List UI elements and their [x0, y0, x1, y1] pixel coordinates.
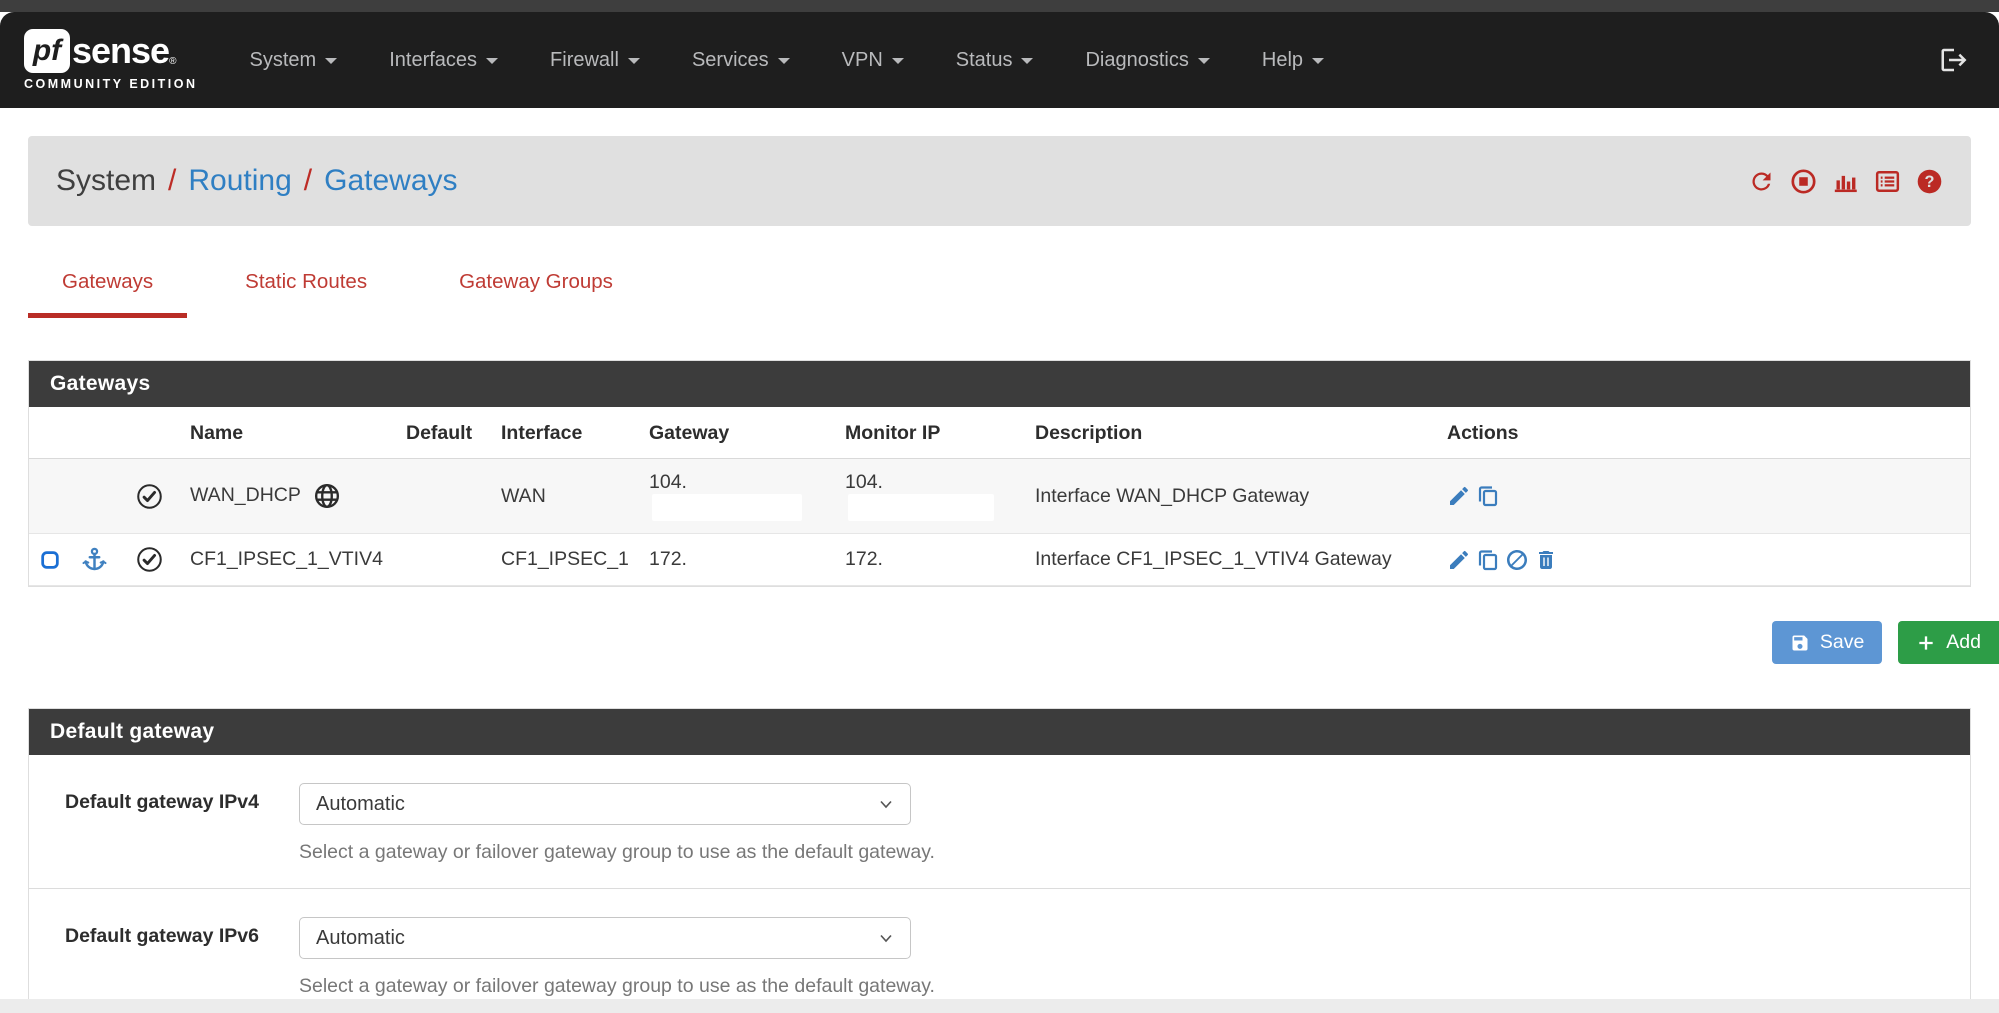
default-gateway-ipv6-help: Select a gateway or failover gateway gro…: [299, 975, 935, 998]
breadcrumb: System / Routing / Gateways: [56, 164, 458, 198]
routing-tabs: Gateways Static Routes Gateway Groups: [28, 270, 1971, 318]
default-gateway-ipv4-label: Default gateway IPv4: [29, 783, 299, 814]
col-gateway: Gateway: [639, 407, 835, 459]
pfsense-gateways-page: pf sense ® COMMUNITY EDITION System Inte…: [0, 0, 1999, 1013]
delete-icon[interactable]: [1534, 548, 1558, 572]
gateway-ip-cell: 104.: [639, 459, 835, 534]
tab-gateways[interactable]: Gateways: [28, 270, 187, 318]
pfsense-logo[interactable]: pf sense ® COMMUNITY EDITION: [24, 29, 198, 91]
globe-icon: [314, 483, 340, 509]
save-icon: [1790, 633, 1810, 653]
interface-cell: WAN: [491, 459, 639, 534]
copy-icon[interactable]: [1476, 484, 1500, 508]
help-icon[interactable]: ?: [1916, 168, 1943, 195]
gateway-name-cell: CF1_IPSEC_1_VTIV4: [180, 534, 396, 586]
redacted-value: [652, 494, 802, 521]
registered-mark: ®: [169, 56, 176, 67]
chevron-down-icon: [878, 930, 894, 946]
sign-out-icon[interactable]: [1939, 45, 1969, 75]
breadcrumb-gateways-link[interactable]: Gateways: [324, 164, 457, 198]
disable-icon[interactable]: [1505, 548, 1529, 572]
menu-firewall[interactable]: Firewall: [524, 49, 666, 72]
menu-interfaces[interactable]: Interfaces: [363, 49, 524, 72]
chevron-down-icon: [892, 58, 904, 64]
default-gateway-ipv6-select[interactable]: Automatic: [299, 917, 911, 959]
col-interface: Interface: [491, 407, 639, 459]
gateway-name-cell: WAN_DHCP: [180, 459, 396, 534]
sense-logo-text: sense: [72, 30, 169, 72]
chart-icon[interactable]: [1832, 168, 1859, 195]
tab-static-routes[interactable]: Static Routes: [211, 270, 401, 318]
pf-logo-text: pf: [33, 34, 61, 68]
window-top-strip: [0, 0, 1999, 12]
breadcrumb-routing-link[interactable]: Routing: [188, 164, 291, 198]
table-row: WAN_DHCP WAN 104. 104. Interface WAN_DHC…: [29, 459, 1970, 534]
add-button[interactable]: Add: [1898, 621, 1999, 664]
row-actions: [1447, 548, 1960, 572]
col-actions: Actions: [1437, 407, 1970, 459]
gateway-ip-cell: 172.: [639, 534, 835, 586]
edit-icon[interactable]: [1447, 548, 1471, 572]
check-circle-icon: [136, 546, 163, 573]
edit-icon[interactable]: [1447, 484, 1471, 508]
col-description: Description: [1025, 407, 1437, 459]
redacted-value: [848, 494, 994, 521]
menu-services[interactable]: Services: [666, 49, 816, 72]
refresh-icon[interactable]: [1748, 168, 1775, 195]
log-list-icon[interactable]: [1874, 168, 1901, 195]
default-gateway-ipv4-row: Default gateway IPv4 Automatic Select a …: [29, 755, 1970, 888]
col-monitor-ip: Monitor IP: [835, 407, 1025, 459]
chevron-down-icon: [486, 58, 498, 64]
chevron-down-icon: [325, 58, 337, 64]
description-cell: Interface CF1_IPSEC_1_VTIV4 Gateway: [1025, 534, 1437, 586]
col-default: Default: [396, 407, 491, 459]
default-gateway-panel: Default gateway Default gateway IPv4 Aut…: [28, 708, 1971, 1013]
row-actions: [1447, 484, 1960, 508]
monitor-ip-cell: 172.: [835, 534, 1025, 586]
chevron-down-icon: [628, 58, 640, 64]
table-header-row: Name Default Interface Gateway Monitor I…: [29, 407, 1970, 459]
description-cell: Interface WAN_DHCP Gateway: [1025, 459, 1437, 534]
main-menu: System Interfaces Firewall Services VPN …: [224, 49, 1350, 72]
menu-system[interactable]: System: [224, 49, 364, 72]
gateways-table: Name Default Interface Gateway Monitor I…: [29, 407, 1970, 586]
breadcrumb-system: System: [56, 164, 156, 198]
table-row: CF1_IPSEC_1_VTIV4 CF1_IPSEC_1 172. 172. …: [29, 534, 1970, 586]
monitor-ip-cell: 104.: [835, 459, 1025, 534]
default-gateway-ipv6-label: Default gateway IPv6: [29, 917, 299, 948]
button-row: Save Add: [0, 621, 1999, 664]
chevron-down-icon: [778, 58, 790, 64]
top-navbar: pf sense ® COMMUNITY EDITION System Inte…: [0, 12, 1999, 108]
save-button[interactable]: Save: [1772, 621, 1882, 664]
tab-gateway-groups[interactable]: Gateway Groups: [425, 270, 647, 318]
gateways-panel-title: Gateways: [29, 361, 1970, 407]
default-gateway-ipv4-help: Select a gateway or failover gateway gro…: [299, 841, 935, 864]
chevron-down-icon: [1198, 58, 1210, 64]
interface-cell: CF1_IPSEC_1: [491, 534, 639, 586]
stop-icon[interactable]: [1790, 168, 1817, 195]
pf-logo-box: pf: [24, 29, 70, 73]
svg-text:?: ?: [1925, 173, 1935, 191]
page-action-icons: ?: [1748, 168, 1943, 195]
gateways-panel: Gateways Name Default Interface Gateway …: [28, 360, 1971, 587]
chevron-down-icon: [1021, 58, 1033, 64]
menu-help[interactable]: Help: [1236, 49, 1350, 72]
menu-diagnostics[interactable]: Diagnostics: [1059, 49, 1235, 72]
default-gateway-ipv4-select[interactable]: Automatic: [299, 783, 911, 825]
community-edition-label: COMMUNITY EDITION: [24, 77, 198, 91]
copy-icon[interactable]: [1476, 548, 1500, 572]
breadcrumb-bar: System / Routing / Gateways: [28, 136, 1971, 226]
col-name: Name: [180, 407, 396, 459]
plus-icon: [1916, 633, 1936, 653]
page-bottom-strip: [0, 999, 1999, 1013]
default-gateway-panel-title: Default gateway: [29, 709, 1970, 755]
anchor-icon: [81, 546, 108, 573]
menu-status[interactable]: Status: [930, 49, 1060, 72]
checkbox-square-icon[interactable]: [39, 549, 61, 571]
default-gateway-ipv6-row: Default gateway IPv6 Automatic Select a …: [29, 888, 1970, 1013]
chevron-down-icon: [878, 796, 894, 812]
chevron-down-icon: [1312, 58, 1324, 64]
check-circle-icon: [136, 483, 163, 510]
menu-vpn[interactable]: VPN: [816, 49, 930, 72]
